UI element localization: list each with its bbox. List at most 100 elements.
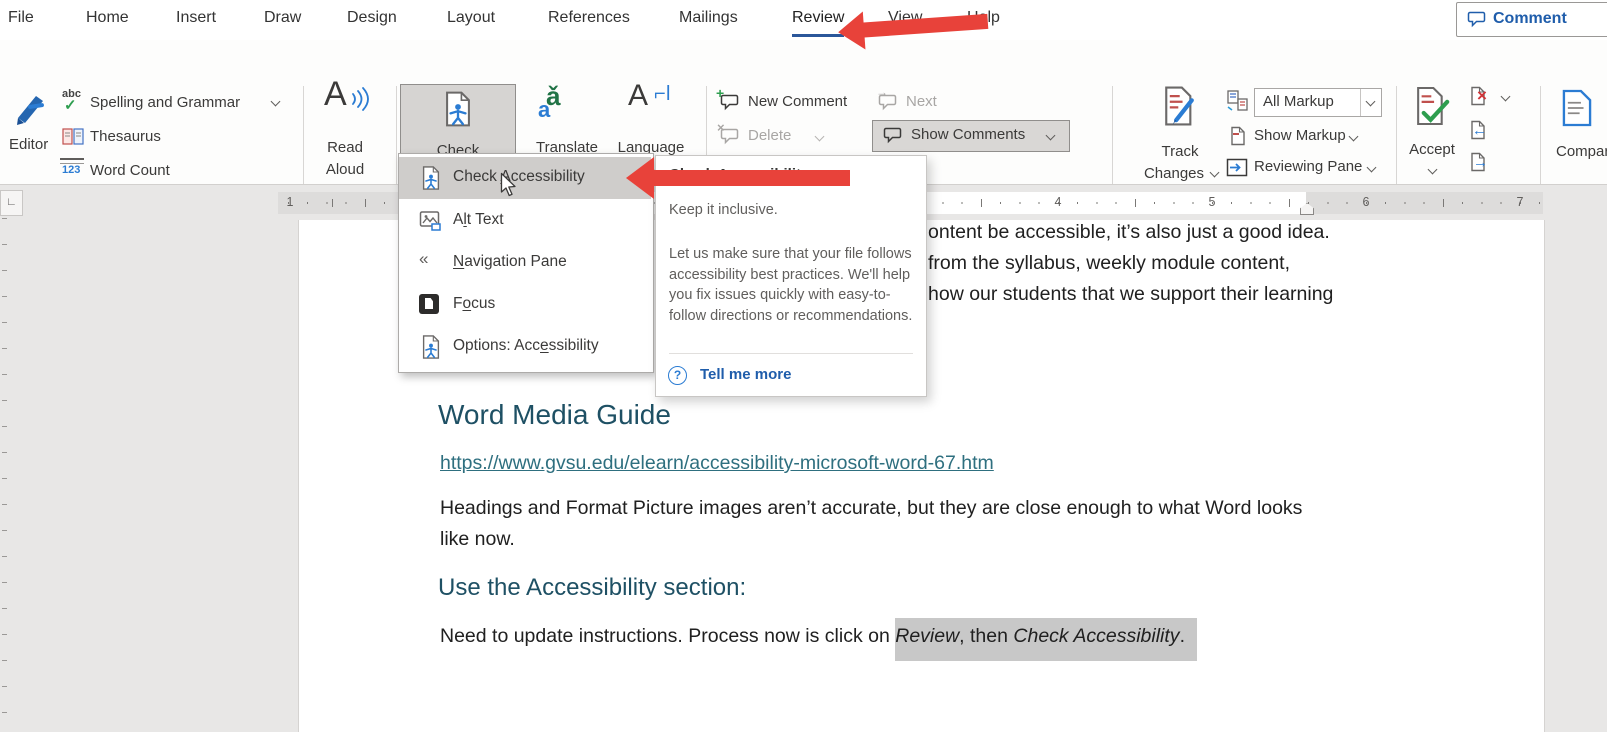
doc-hyperlink[interactable]: https://www.gvsu.edu/elearn/accessibilit… [440, 452, 994, 475]
track-changes-label-1: Track [1136, 142, 1224, 162]
combo-divider [1360, 89, 1361, 116]
menu-item-alt-text[interactable]: Alt Text [399, 200, 651, 242]
word-count-label: Word Count [90, 162, 170, 179]
word-window: { "menubar": { "tabs": ["File","Home","I… [0, 0, 1607, 732]
tab-design[interactable]: Design [347, 9, 397, 34]
chevron-down-icon [815, 132, 825, 142]
chevron-down-icon [1501, 92, 1511, 102]
read-aloud-a-icon: A [324, 84, 347, 104]
closing-check-accessibility-italic: Check Accessibility [1013, 625, 1179, 647]
next-change-button[interactable]: → [1468, 152, 1498, 180]
chevron-down-icon [271, 97, 281, 107]
menu-item-options-accessibility[interactable]: Options: Accessibility [399, 326, 651, 368]
editor-button[interactable]: Editor [2, 86, 56, 186]
chevron-down-icon [1367, 163, 1377, 173]
tab-layout[interactable]: Layout [447, 9, 495, 34]
doc-heading-1: Word Media Guide [438, 399, 671, 431]
check-accessibility-menu-icon [419, 166, 443, 190]
all-markup-value: All Markup [1263, 93, 1334, 110]
vertical-ruler [2, 218, 7, 730]
spelling-grammar-label: Spelling and Grammar [90, 94, 240, 111]
mouse-cursor [500, 172, 518, 198]
new-comment-label: New Comment [748, 93, 847, 110]
tab-selector-icon: ∟ [6, 196, 17, 208]
tab-references[interactable]: References [548, 9, 630, 34]
doc-fragment-line-2: from the syllabus, weekly module content… [928, 252, 1290, 275]
navigation-pane-icon: « [419, 249, 443, 273]
next-change-arrow-icon: → [1473, 154, 1488, 171]
track-changes-label-2: Changes [1130, 164, 1218, 184]
doc-fragment-line-1: ontent be accessible, it’s also just a g… [928, 221, 1330, 244]
ruler-number-4: 4 [1055, 195, 1062, 209]
read-aloud-button[interactable]: A Read Aloud [310, 84, 380, 188]
accept-button[interactable]: Accept [1402, 84, 1462, 188]
tab-insert[interactable]: Insert [176, 9, 216, 34]
reviewing-pane-icon [1226, 158, 1248, 178]
ruler-margin-number: 1 [287, 195, 294, 209]
reviewing-pane-label: Reviewing Pane [1254, 158, 1362, 175]
ruler-number-5: 5 [1209, 195, 1216, 209]
compare-label: Compare [1556, 142, 1607, 162]
show-comments-button[interactable]: Show Comments [872, 120, 1070, 152]
ruler-number-7: 7 [1517, 195, 1524, 209]
closing-review-italic: Review [895, 625, 959, 647]
chevron-down-icon [1428, 165, 1438, 175]
next-arrow-icon: → [876, 85, 888, 99]
closing-mid: , then [959, 625, 1013, 647]
menubar: File Home Insert Draw Design Layout Refe… [0, 0, 1607, 40]
options-accessibility-icon [419, 335, 443, 359]
tab-file[interactable]: File [8, 9, 34, 34]
check-accessibility-icon [443, 91, 473, 127]
tab-selector-box[interactable]: ∟ [0, 190, 23, 216]
thesaurus-book-icon [62, 127, 84, 147]
menu-item-check-accessibility[interactable]: Check Accessibility [399, 157, 651, 199]
check-accessibility-menu: Check Accessibility Alt Text « Navigatio… [398, 153, 654, 373]
chevron-down-icon [1046, 131, 1056, 141]
doc-fragment-line-3: how our students that we support their l… [928, 283, 1333, 306]
tab-home[interactable]: Home [86, 9, 129, 34]
ruler-number-6: 6 [1363, 195, 1370, 209]
delete-x-icon: × [717, 120, 725, 135]
tab-draw[interactable]: Draw [264, 9, 301, 34]
thesaurus-label: Thesaurus [90, 128, 161, 145]
read-aloud-label-2: Aloud [310, 160, 380, 180]
language-glyph-icon: ⌐ǀ [654, 84, 671, 104]
previous-change-button[interactable]: ← [1468, 120, 1498, 148]
all-markup-dropdown[interactable]: All Markup [1254, 88, 1382, 117]
chevron-down-icon [1366, 97, 1376, 107]
language-a-icon: A [628, 86, 648, 106]
spelling-check-icon: ✓ [64, 96, 77, 114]
reject-button[interactable]: × [1468, 86, 1518, 114]
check-accessibility-annotation-arrow [626, 156, 852, 200]
menu-item-focus[interactable]: Focus [399, 284, 651, 326]
translate-a-icon: a [538, 100, 550, 120]
track-changes-button[interactable]: Track Changes [1136, 84, 1224, 188]
tooltip-divider [669, 353, 913, 354]
tooltip-body: Let us make sure that your file follows … [669, 244, 917, 326]
doc-closing-line: Need to update instructions. Process now… [440, 625, 1197, 648]
compare-icon [1560, 88, 1594, 128]
comment-button[interactable]: Comment [1456, 2, 1607, 37]
compare-button[interactable]: Compare [1552, 86, 1607, 186]
show-comments-icon [883, 125, 903, 145]
closing-selection: Review, then Check Accessibility. [895, 618, 1197, 661]
focus-icon [419, 294, 439, 314]
help-question-icon: ? [668, 366, 687, 385]
doc-paragraph-line-1: Headings and Format Picture images aren’… [440, 497, 1302, 520]
tooltip-tagline: Keep it inclusive. [669, 202, 778, 218]
doc-paragraph-line-2: like now. [440, 528, 515, 551]
closing-pre: Need to update instructions. Process now… [440, 625, 895, 647]
show-markup-label: Show Markup [1254, 127, 1346, 144]
show-markup-icon [1228, 126, 1248, 146]
comment-bubble-icon [1467, 9, 1487, 29]
track-changes-icon [1162, 86, 1196, 126]
menu-item-navigation-pane[interactable]: « Navigation Pane [399, 242, 651, 284]
word-count-123-icon: 123 [62, 164, 80, 176]
tell-me-more-link[interactable]: Tell me more [700, 366, 791, 383]
tab-mailings[interactable]: Mailings [679, 9, 738, 34]
editor-label: Editor [9, 136, 48, 153]
next-comment-label: Next [906, 93, 937, 110]
plus-icon: + [716, 85, 724, 101]
markup-pages-icon [1226, 89, 1250, 113]
read-aloud-waves-icon [350, 86, 372, 112]
